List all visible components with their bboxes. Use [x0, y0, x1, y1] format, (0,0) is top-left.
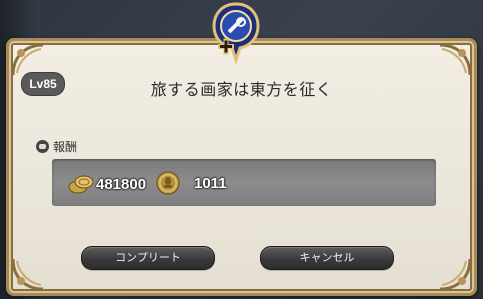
frame-corner-ornament: [11, 257, 45, 291]
reward-heading: 報酬: [36, 138, 77, 154]
scrip-amount: 1011: [194, 174, 227, 192]
scrip-icon: [156, 171, 180, 195]
reward-heading-label: 報酬: [53, 139, 78, 154]
reward-panel: 481800 1011: [52, 159, 436, 206]
gil-icon: [68, 175, 94, 194]
quest-title: 旅する画家は東方を征く: [150, 80, 333, 99]
frame-corner-ornament: [438, 43, 472, 77]
gil-amount: 481800: [96, 175, 147, 193]
quest-emblem-icon: [210, 2, 262, 65]
cancel-button[interactable]: キャンセル: [260, 246, 394, 270]
reward-icon: [36, 139, 49, 153]
reward-scrip[interactable]: 1011: [156, 171, 227, 195]
frame-corner-ornament: [438, 257, 472, 291]
complete-button[interactable]: コンプリート: [81, 246, 215, 270]
reward-gil[interactable]: 481800: [68, 173, 146, 195]
